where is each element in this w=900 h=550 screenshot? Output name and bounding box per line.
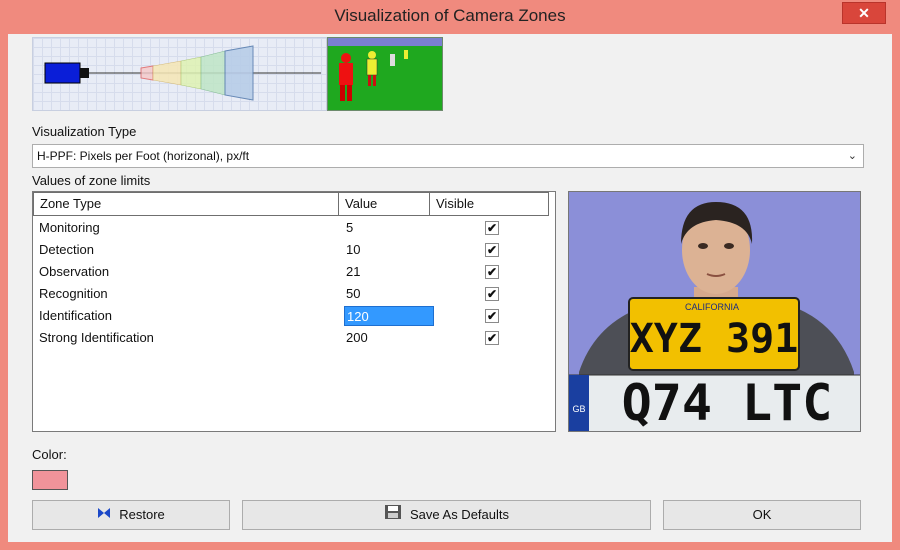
person-figure-yellow [366, 51, 378, 86]
people-figures [339, 50, 408, 101]
plate-top-text: XYZ 391 [629, 316, 799, 362]
table-row[interactable]: Observation 21 ✔ [33, 262, 555, 284]
table-row[interactable]: Strong Identification 200 ✔ [33, 328, 555, 350]
zone-type-cell: Detection [39, 242, 94, 257]
person-figure-small-1 [390, 54, 395, 66]
zone-type-cell: Identification [39, 308, 112, 323]
zone-type-cell: Strong Identification [39, 330, 154, 345]
table-row[interactable]: Detection 10 ✔ [33, 240, 555, 262]
chevron-down-icon[interactable]: ⌄ [848, 145, 857, 167]
zone-type-cell: Monitoring [39, 220, 100, 235]
plate-state: CALIFORNIA [684, 302, 739, 312]
visualization-type-label: Visualization Type [32, 124, 137, 139]
zone-detection [152, 60, 182, 86]
visible-checkbox[interactable]: ✔ [485, 287, 499, 301]
save-icon [384, 502, 402, 530]
restore-button[interactable]: Restore [32, 500, 230, 530]
zone-value-cell[interactable]: 50 [344, 284, 434, 304]
column-header-zone-type[interactable]: Zone Type [33, 192, 339, 216]
color-label: Color: [32, 447, 67, 462]
column-header-visible[interactable]: Visible [429, 192, 549, 216]
visualization-type-value: H-PPF: Pixels per Foot (horizonal), px/f… [37, 149, 250, 163]
plate-bottom-text: Q74 LTC [621, 374, 833, 432]
dialog-body: Visualization Type H-PPF: Pixels per Foo… [8, 34, 892, 542]
zone-monitoring [140, 65, 154, 81]
close-button[interactable]: ✕ [842, 2, 886, 24]
visible-checkbox[interactable]: ✔ [485, 331, 499, 345]
restore-icon [97, 502, 111, 530]
table-header: Zone Type Value Visible [33, 192, 555, 216]
window-title: Visualization of Camera Zones [334, 6, 566, 25]
camera-icon [44, 62, 89, 84]
sample-photo: CALIFORNIA XYZ 391 GB Q74 LTC [568, 191, 861, 432]
zone-value-cell[interactable]: 200 [344, 328, 434, 348]
visualization-type-select[interactable]: H-PPF: Pixels per Foot (horizonal), px/f… [32, 144, 864, 168]
zone-value-cell[interactable]: 10 [344, 240, 434, 260]
visible-checkbox[interactable]: ✔ [485, 309, 499, 323]
zone-type-cell: Recognition [39, 286, 108, 301]
table-row[interactable]: Recognition 50 ✔ [33, 284, 555, 306]
zone-observation [180, 56, 202, 90]
visible-checkbox[interactable]: ✔ [485, 243, 499, 257]
scene-preview [327, 37, 443, 111]
visible-checkbox[interactable]: ✔ [485, 221, 499, 235]
color-swatch[interactable] [32, 470, 68, 490]
zone-type-cell: Observation [39, 264, 110, 279]
plate-region: GB [572, 404, 586, 414]
column-header-value[interactable]: Value [338, 192, 430, 216]
camera-zones-dialog: Visualization of Camera Zones ✕ Visualiz… [0, 0, 900, 550]
save-as-defaults-label: Save As Defaults [410, 507, 509, 522]
zone-recognition [200, 50, 226, 96]
zone-limits-label: Values of zone limits [32, 173, 151, 188]
person-figure-red [339, 53, 353, 101]
table-row[interactable]: Monitoring 5 ✔ [33, 218, 555, 240]
visible-checkbox[interactable]: ✔ [485, 265, 499, 279]
ok-label: OK [752, 507, 772, 522]
table-row[interactable]: Identification 120 ✔ [33, 306, 555, 328]
zones-diagram-preview [32, 37, 327, 111]
title-bar[interactable]: Visualization of Camera Zones ✕ [0, 0, 900, 34]
restore-label: Restore [119, 507, 165, 522]
zone-limits-table: Zone Type Value Visible Monitoring 5 ✔ Dete… [32, 191, 556, 432]
zone-identification [224, 45, 254, 101]
save-as-defaults-button[interactable]: Save As Defaults [242, 500, 651, 530]
zone-value-cell[interactable]: 5 [344, 218, 434, 238]
zone-value-cell[interactable]: 120 [344, 306, 434, 326]
ok-button[interactable]: OK [663, 500, 861, 530]
zones-diagram [44, 45, 321, 101]
zone-value-cell[interactable]: 21 [344, 262, 434, 282]
person-figure-small-2 [404, 50, 408, 59]
